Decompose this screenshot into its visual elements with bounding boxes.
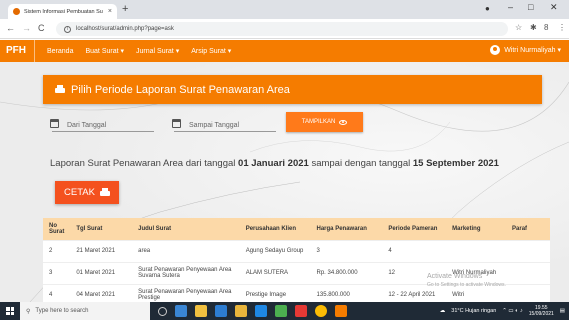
col-header: Marketing [446,218,507,240]
tray-icons[interactable]: ⌃ ▭ ◐ ♪ [502,308,522,314]
cell [506,283,550,302]
back-icon[interactable]: ← [6,23,15,33]
page-title: Pilih Periode Laporan Surat Penawaran Ar… [71,83,290,96]
cell: 4 [43,283,71,302]
cell: Agung Sedayu Group [239,239,311,262]
col-header: Perusahaan Klien [239,218,311,240]
edge-icon[interactable] [175,305,187,317]
cell [506,261,550,284]
profile-icon[interactable]: ● [485,4,490,13]
cell: 21 Maret 2021 [70,239,133,262]
start-button[interactable] [0,302,20,320]
taskbar-search[interactable]: ⚲ Type here to search [20,302,150,320]
windows-taskbar: ⚲ Type here to search ☁ 31°C Hujan ringa… [0,302,569,320]
extensions-icon[interactable]: ✱ [530,23,537,32]
col-header: No Surat [43,218,71,240]
cell: Prestige Image [239,283,311,302]
url-input[interactable]: i localhost/surat/admin.php?page=ask [56,22,508,36]
brand-logo[interactable]: PFH [0,40,35,62]
cell: Rp. 34.800.000 [310,261,383,284]
browser-tab[interactable]: Sistem Informasi Pembuatan Su × [8,4,117,19]
favicon-icon [13,8,20,15]
print-button[interactable]: CETAK [55,181,119,204]
user-name: Witri Nurmaliyah ▾ [504,47,561,54]
maximize-button[interactable]: □ [528,2,533,12]
clock[interactable]: 19.55 15/09/2021 [529,305,554,317]
printer-icon [99,188,110,197]
tab-close-icon[interactable]: × [108,8,112,15]
app-icon[interactable] [335,305,347,317]
col-header: Periode Pameran [382,218,447,240]
app-icon[interactable] [235,305,247,317]
print-button-label: CETAK [64,187,95,198]
file-explorer-icon[interactable] [195,305,207,317]
browser-tab-bar: Sistem Informasi Pembuatan Su × + ● – □ … [0,0,569,19]
nav-arsip-surat[interactable]: Arsip Surat ▾ [191,47,231,55]
main-content: Pilih Periode Laporan Surat Penawaran Ar… [0,62,569,302]
chrome-icon[interactable] [315,305,327,317]
cell: Surat Penawaran Penyewaan Area Suvarna S… [132,261,240,284]
cell: 135.800.000 [310,283,383,302]
mail-icon[interactable] [255,305,267,317]
new-tab-button[interactable]: + [122,3,128,15]
app-icon[interactable] [275,305,287,317]
tab-title: Sistem Informasi Pembuatan Su [24,8,103,15]
cell: ALAM SUTERA [239,261,311,284]
cell: 3 [310,239,383,262]
report-description: Laporan Surat Penawaran Area dari tangga… [50,158,499,169]
cell: 3 [43,261,71,284]
show-button-label: TAMPILKAN [301,119,336,125]
windows-logo-icon [6,307,14,315]
period-header: Pilih Periode Laporan Surat Penawaran Ar… [43,75,542,104]
search-placeholder: Type here to search [35,308,89,314]
close-window-button[interactable]: ✕ [550,2,558,13]
user-menu[interactable]: Witri Nurmaliyah ▾ [490,45,561,55]
nav-jurnal-surat[interactable]: Jurnal Surat ▾ [136,47,179,55]
user-avatar-icon [490,45,501,55]
minimize-button[interactable]: – [508,2,513,12]
address-bar-row: ← → C i localhost/surat/admin.php?page=a… [0,19,569,39]
to-date-field[interactable]: Sampai Tanggal [174,118,276,132]
cell: 2 [43,239,71,262]
system-tray: ☁ 31°C Hujan ringan ⌃ ▭ ◐ ♪ 19.55 15/09/… [440,302,565,320]
nav-beranda[interactable]: Beranda [47,48,73,55]
nav-buat-surat[interactable]: Buat Surat ▾ [85,47,124,55]
cell: 4 [382,239,447,262]
cell: area [132,239,240,262]
table-row: 2 21 Maret 2021 area Agung Sedayu Group … [43,239,550,262]
col-header: Harga Penawaran [310,218,383,240]
cell [446,239,507,262]
weather-text[interactable]: 31°C Hujan ringan [451,308,496,314]
task-view-icon[interactable] [158,306,167,316]
col-header: Tgl Surat [70,218,133,240]
search-icon: ⚲ [26,308,31,315]
table-header-row: No Surat Tgl Surat Judul Surat Perusahaa… [43,218,550,240]
notification-icon[interactable]: ▤ [560,308,565,314]
info-icon[interactable]: i [64,25,71,33]
store-icon[interactable] [215,305,227,317]
cell: Surat Penawaran Penyewaan Area Prestige [132,283,240,302]
weather-icon: ☁ [439,308,446,314]
cell [506,239,550,262]
account-icon[interactable]: 8 [544,23,548,32]
eye-icon [339,119,348,125]
cell: 04 Maret 2021 [70,283,133,302]
forward-icon[interactable]: → [22,23,31,33]
activate-windows-watermark: Activate Windows Go to Settings to activ… [427,273,506,288]
url-text: localhost/surat/admin.php?page=ask [76,26,174,32]
show-button[interactable]: TAMPILKAN [286,112,363,132]
from-date-field[interactable]: Dari Tanggal [52,118,154,132]
app-icon[interactable] [295,305,307,317]
app-navbar: PFH Beranda Buat Surat ▾ Jurnal Surat ▾ … [0,40,569,62]
menu-dots-icon[interactable]: ⋮ [558,23,566,32]
col-header: Paraf [506,218,550,240]
cell: 01 Maret 2021 [70,261,133,284]
reload-icon[interactable]: C [38,23,45,33]
star-icon[interactable]: ☆ [515,23,522,32]
printer-icon [55,85,65,94]
col-header: Judul Surat [132,218,240,240]
